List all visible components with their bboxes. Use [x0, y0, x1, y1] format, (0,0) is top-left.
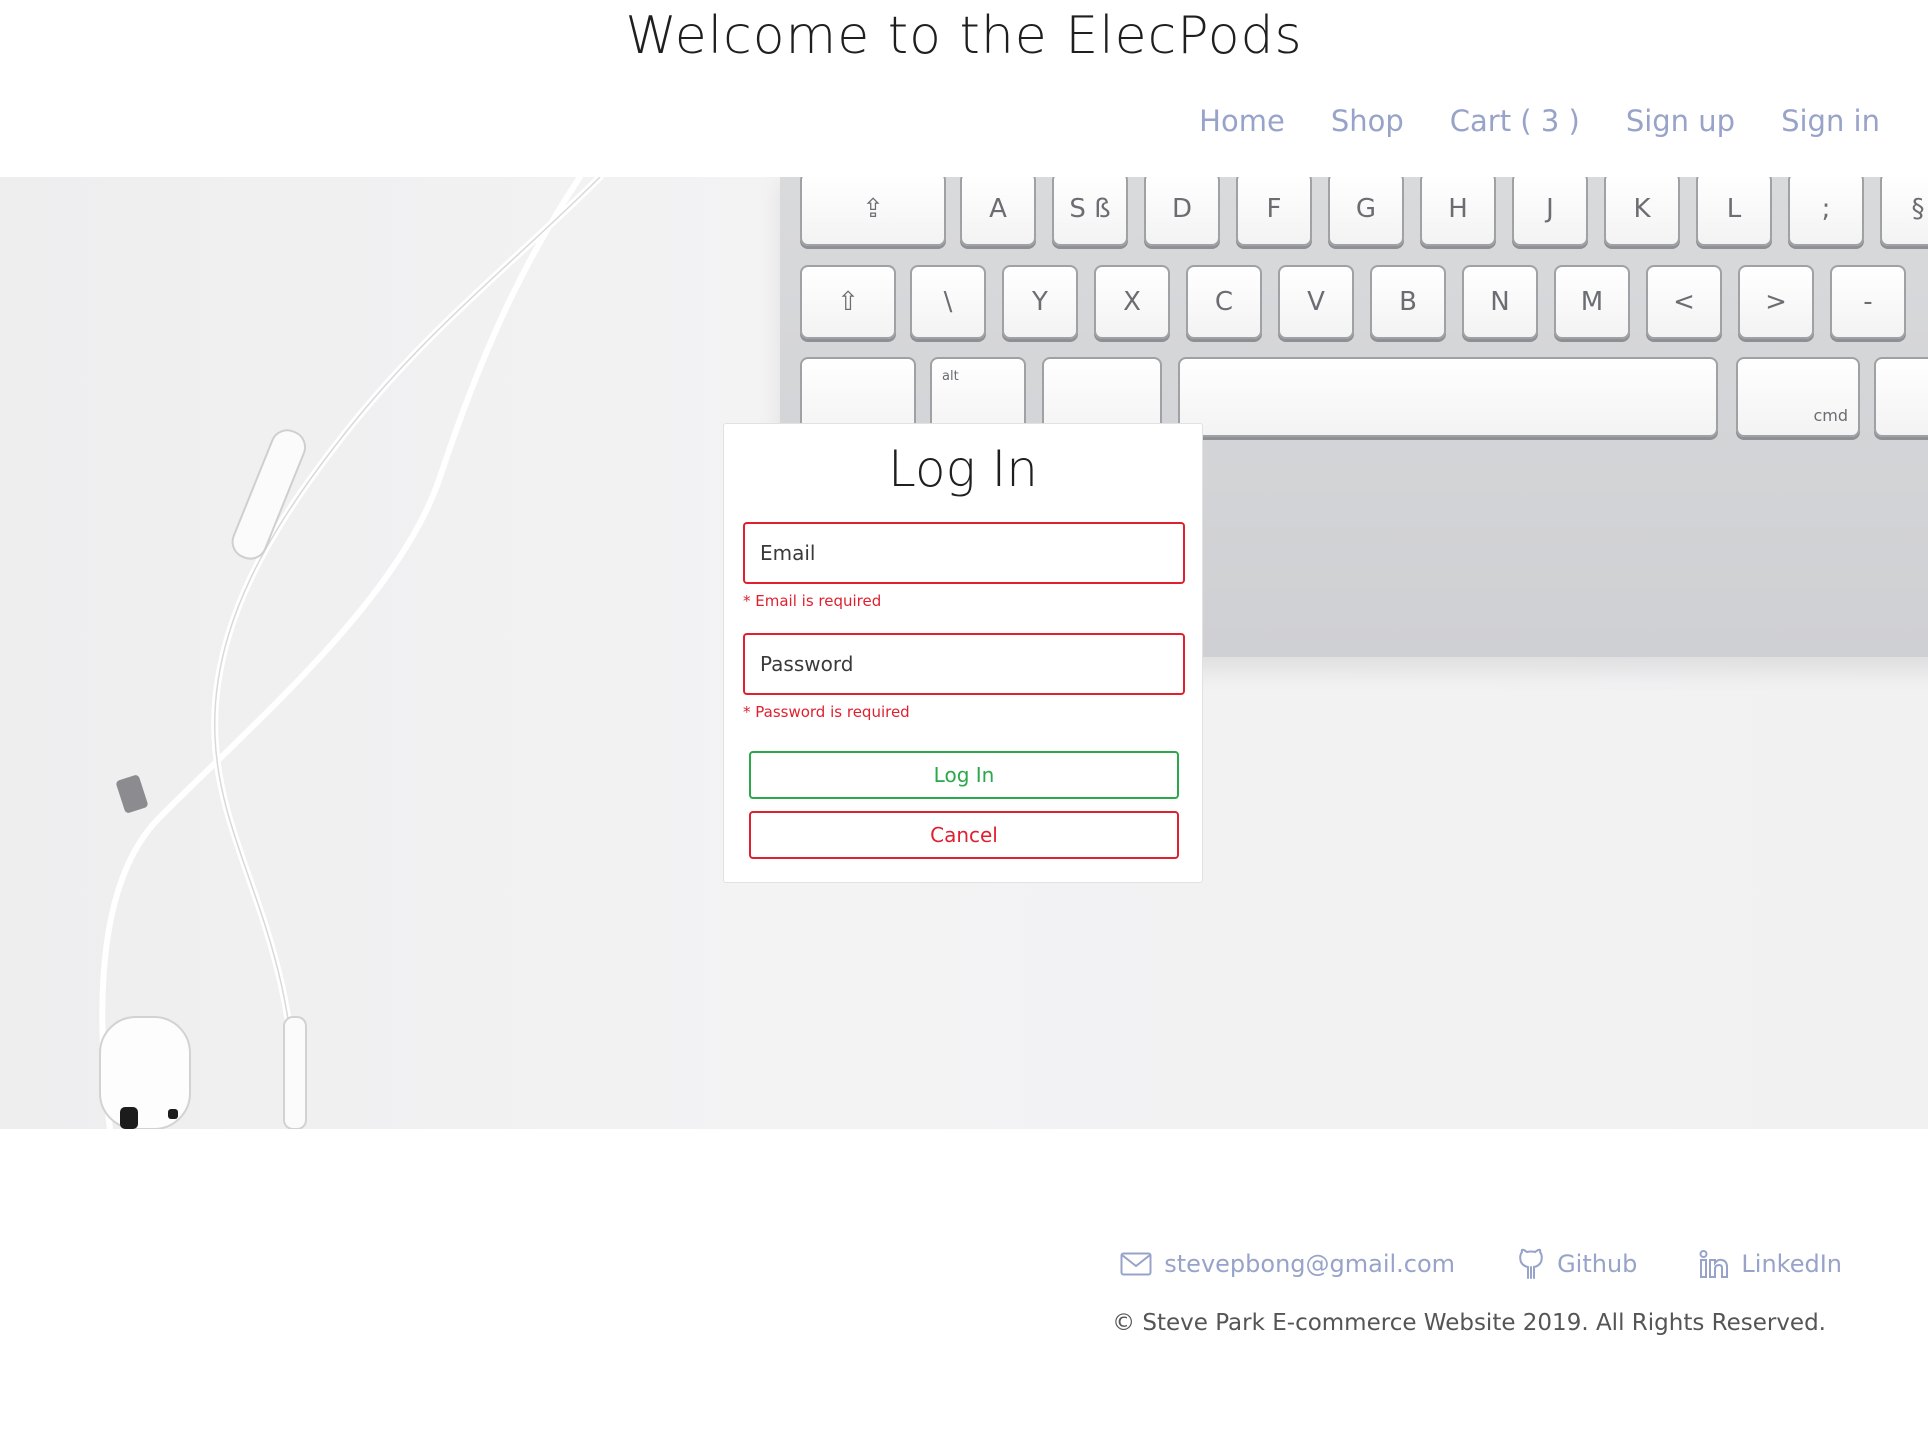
key: L	[1696, 177, 1772, 246]
key: X	[1094, 265, 1170, 339]
main-nav: Home Shop Cart ( 3 ) Sign up Sign in	[1199, 104, 1880, 138]
footer-email-link[interactable]: stevepbong@gmail.com	[1120, 1248, 1455, 1280]
key: §	[1880, 177, 1928, 246]
linkedin-icon	[1699, 1250, 1729, 1278]
mail-icon	[1120, 1252, 1152, 1276]
footer-email-text: stevepbong@gmail.com	[1164, 1250, 1456, 1278]
cancel-button[interactable]: Cancel	[749, 811, 1179, 859]
key: \	[910, 265, 986, 339]
copyright-text: © Steve Park E-commerce Website 2019. Al…	[1112, 1310, 1826, 1336]
key: J	[1512, 177, 1588, 246]
footer-github-text: Github	[1557, 1250, 1638, 1278]
nav-sign-up[interactable]: Sign up	[1626, 104, 1735, 138]
key: ;	[1788, 177, 1864, 246]
footer-links: stevepbong@gmail.com Github LinkedIn	[1120, 1248, 1842, 1280]
key: Y	[1002, 265, 1078, 339]
key: K	[1604, 177, 1680, 246]
earphone-cable-image	[99, 177, 604, 1129]
key: <	[1646, 265, 1722, 339]
password-field[interactable]	[743, 633, 1185, 695]
github-icon	[1519, 1248, 1543, 1279]
key: F	[1236, 177, 1312, 246]
key: H	[1420, 177, 1496, 246]
key: C	[1186, 265, 1262, 339]
password-error: * Password is required	[743, 703, 910, 721]
key	[1874, 357, 1928, 437]
footer-linkedin-text: LinkedIn	[1741, 1250, 1842, 1278]
key: D	[1144, 177, 1220, 246]
key-cmd: cmd	[1736, 357, 1860, 437]
email-error: * Email is required	[743, 592, 882, 610]
login-title: Log In	[888, 440, 1038, 498]
nav-cart[interactable]: Cart ( 3 )	[1450, 104, 1580, 138]
key: N	[1462, 265, 1538, 339]
email-field[interactable]	[743, 522, 1185, 584]
key-space	[1178, 357, 1718, 437]
key: B	[1370, 265, 1446, 339]
key: G	[1328, 177, 1404, 246]
key-shift: ⇧	[800, 265, 896, 339]
key: S ß	[1052, 177, 1128, 246]
footer-github-link[interactable]: Github	[1517, 1248, 1637, 1280]
login-button[interactable]: Log In	[749, 751, 1179, 799]
key-caps-lock: ⇪	[800, 177, 946, 246]
page: Welcome to the ElecPods Home Shop Cart (…	[0, 0, 1928, 1442]
key: M	[1554, 265, 1630, 339]
hero-banner: ⇪ A S ß D F G H J K L ; § ⇧ \ Y X C V B …	[0, 177, 1928, 1129]
login-card: Log In * Email is required * Password is…	[723, 423, 1203, 883]
key: >	[1738, 265, 1814, 339]
site-title: Welcome to the ElecPods	[625, 6, 1303, 66]
key: A	[960, 177, 1036, 246]
nav-sign-in[interactable]: Sign in	[1781, 104, 1880, 138]
key: V	[1278, 265, 1354, 339]
nav-shop[interactable]: Shop	[1331, 104, 1404, 138]
key: -	[1830, 265, 1906, 339]
footer-linkedin-link[interactable]: LinkedIn	[1699, 1248, 1842, 1280]
nav-home[interactable]: Home	[1199, 104, 1285, 138]
